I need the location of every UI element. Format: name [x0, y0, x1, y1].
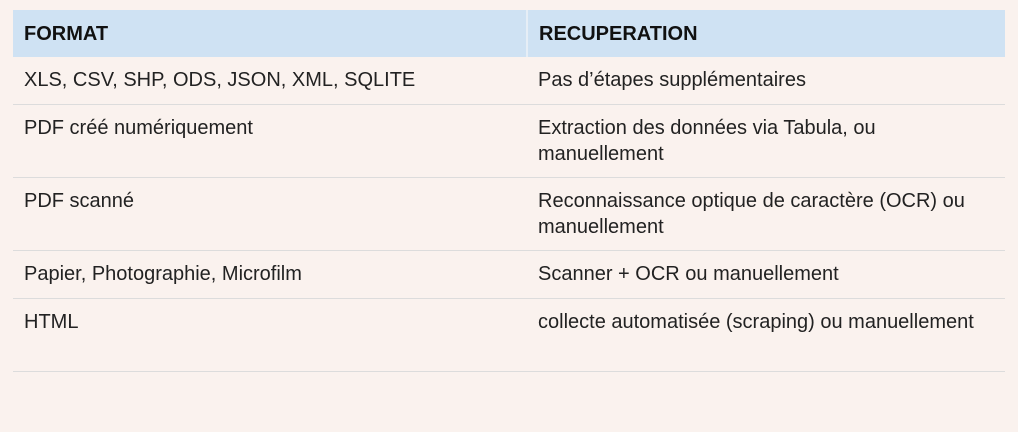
- cell-format: Papier, Photographie, Microfilm: [13, 250, 527, 299]
- table-row: XLS, CSV, SHP, ODS, JSON, XML, SQLITE Pa…: [13, 57, 1005, 105]
- table-row: PDF scanné Reconnaissance optique de car…: [13, 177, 1005, 251]
- cell-recuperation: Pas d’étapes supplémentaires: [527, 57, 1005, 105]
- cell-recuperation: Reconnaissance optique de caractère (OCR…: [527, 177, 1005, 251]
- cell-format: PDF scanné: [13, 177, 527, 251]
- format-table-container: FORMAT RECUPERATION XLS, CSV, SHP, ODS, …: [13, 10, 1005, 372]
- table-row: PDF créé numériquement Extraction des do…: [13, 104, 1005, 178]
- table-row: Papier, Photographie, Microfilm Scanner …: [13, 250, 1005, 299]
- format-recuperation-table: FORMAT RECUPERATION XLS, CSV, SHP, ODS, …: [13, 10, 1005, 372]
- header-row: FORMAT RECUPERATION: [13, 10, 1005, 57]
- cell-recuperation: collecte automatisée (scraping) ou manue…: [527, 298, 1005, 372]
- table-row: HTML collecte automatisée (scraping) ou …: [13, 298, 1005, 372]
- header-format: FORMAT: [13, 10, 527, 57]
- cell-recuperation: Extraction des données via Tabula, ou ma…: [527, 104, 1005, 178]
- cell-format: XLS, CSV, SHP, ODS, JSON, XML, SQLITE: [13, 57, 527, 105]
- table-header: FORMAT RECUPERATION: [13, 10, 1005, 57]
- cell-format: HTML: [13, 298, 527, 372]
- header-recuperation: RECUPERATION: [526, 10, 1005, 57]
- table-body: XLS, CSV, SHP, ODS, JSON, XML, SQLITE Pa…: [13, 57, 1005, 372]
- cell-format: PDF créé numériquement: [13, 104, 527, 178]
- cell-recuperation: Scanner + OCR ou manuellement: [527, 250, 1005, 299]
